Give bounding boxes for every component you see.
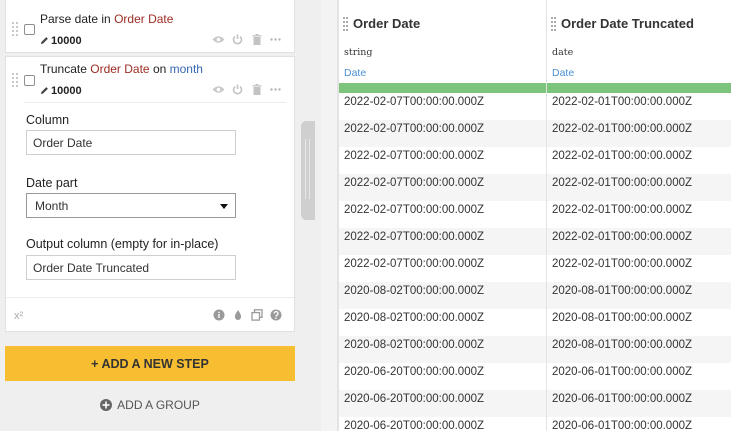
table-cell: 2022-02-07T00:00:00.000Z [344, 150, 485, 162]
table-cell: 2020-06-01T00:00:00.000Z [552, 393, 693, 405]
column-label: Column [26, 113, 70, 127]
output-column-input[interactable]: Order Date Truncated [26, 255, 236, 280]
power-icon[interactable] [231, 83, 244, 96]
table-cell: 2022-02-01T00:00:00.000Z [552, 258, 693, 270]
table-cell: 2022-02-07T00:00:00.000Z [344, 204, 485, 216]
step-name: Parse date [40, 12, 99, 26]
column-drag-icon[interactable] [343, 17, 348, 31]
column-type: date [552, 47, 574, 58]
date-part-select[interactable]: Month [26, 193, 236, 218]
formula-icon[interactable]: x² [14, 310, 23, 322]
column-order-date-truncated[interactable]: Order Date Truncated date Date 2022-02-0… [546, 0, 731, 431]
output-column-label: Output column (empty for in-place) [26, 237, 219, 251]
column-input[interactable]: Order Date [26, 130, 236, 155]
help-icon[interactable] [270, 309, 282, 321]
data-table: Order Date string Date 2022-02-07T00:00:… [321, 0, 731, 431]
drag-handle-icon[interactable] [12, 73, 18, 87]
copy-icon[interactable] [251, 309, 263, 321]
more-icon[interactable] [269, 33, 282, 46]
table-cell: 2022-02-01T00:00:00.000Z [552, 204, 693, 216]
panel-resize-handle[interactable] [301, 121, 315, 220]
column-header[interactable]: Order Date [353, 16, 420, 31]
date-part-label: Date part [26, 176, 78, 190]
table-cell: 2020-06-20T00:00:00.000Z [344, 393, 485, 405]
table-cell: 2022-02-07T00:00:00.000Z [344, 231, 485, 243]
table-cell: 2022-02-01T00:00:00.000Z [552, 231, 693, 243]
row-count: 10000 [40, 85, 82, 97]
eye-icon[interactable] [212, 33, 225, 46]
column-ref: Order Date [90, 62, 150, 76]
table-cell: 2020-06-20T00:00:00.000Z [344, 366, 485, 378]
plus-circle-icon [100, 399, 113, 411]
step-checkbox[interactable] [24, 75, 35, 86]
table-cell: 2020-06-01T00:00:00.000Z [552, 366, 693, 378]
step-truncate-date[interactable]: Truncate Order Date on month 10000 Colum… [5, 56, 295, 332]
quality-bar [547, 83, 731, 93]
step-connector: in [98, 12, 115, 26]
table-cell: 2020-08-02T00:00:00.000Z [344, 285, 485, 297]
table-cell: 2022-02-07T00:00:00.000Z [344, 258, 485, 270]
divider [6, 297, 294, 298]
table-cell: 2020-08-02T00:00:00.000Z [344, 312, 485, 324]
parameter-ref: month [169, 62, 203, 76]
step-footer-actions [213, 309, 282, 321]
power-icon[interactable] [231, 33, 244, 46]
date-part-value: Month [35, 199, 69, 213]
chevron-down-icon [220, 204, 228, 209]
table-cell: 2020-08-01T00:00:00.000Z [552, 285, 693, 297]
trash-icon[interactable] [250, 83, 263, 96]
row-count: 10000 [40, 35, 82, 47]
trash-icon[interactable] [250, 33, 263, 46]
table-cell: 2020-06-20T00:00:00.000Z [344, 420, 485, 431]
column-semantic-type[interactable]: Date [344, 67, 366, 79]
add-step-button[interactable]: + ADD A NEW STEP [5, 346, 295, 381]
table-cell: 2022-02-01T00:00:00.000Z [552, 96, 693, 108]
row-count-value: 10000 [51, 35, 82, 47]
column-type: string [344, 47, 373, 58]
step-connector: on [149, 62, 170, 76]
column-ref: Order Date [114, 12, 174, 26]
divider [24, 102, 286, 103]
column-drag-icon[interactable] [551, 17, 556, 31]
drag-handle-icon[interactable] [12, 22, 18, 36]
table-cell: 2022-02-07T00:00:00.000Z [344, 96, 485, 108]
step-actions [212, 83, 282, 96]
step-parse-date[interactable]: Parse date in Order Date 10000 [5, 0, 295, 53]
add-group-button[interactable]: ADD A GROUP [5, 396, 295, 414]
row-index-gutter [321, 0, 338, 431]
quality-bar [339, 83, 546, 93]
row-count-value: 10000 [51, 85, 82, 97]
column-header[interactable]: Order Date Truncated [561, 16, 694, 31]
table-cell: 2020-06-01T00:00:00.000Z [552, 420, 693, 431]
table-cell: 2020-08-01T00:00:00.000Z [552, 339, 693, 351]
eye-icon[interactable] [212, 83, 225, 96]
table-cell: 2022-02-01T00:00:00.000Z [552, 177, 693, 189]
step-checkbox[interactable] [24, 24, 35, 35]
step-name: Truncate [40, 62, 91, 76]
drop-icon[interactable] [232, 309, 244, 321]
step-title: Truncate Order Date on month [40, 62, 203, 76]
table-cell: 2022-02-07T00:00:00.000Z [344, 177, 485, 189]
table-cell: 2022-02-07T00:00:00.000Z [344, 123, 485, 135]
table-cell: 2022-02-01T00:00:00.000Z [552, 150, 693, 162]
add-group-label: ADD A GROUP [117, 398, 200, 412]
step-actions [212, 33, 282, 46]
pipeline-panel: Parse date in Order Date 10000 Truncate … [0, 0, 301, 431]
info-icon[interactable] [213, 309, 225, 321]
table-cell: 2022-02-01T00:00:00.000Z [552, 123, 693, 135]
table-cell: 2020-08-01T00:00:00.000Z [552, 312, 693, 324]
column-order-date[interactable]: Order Date string Date 2022-02-07T00:00:… [338, 0, 546, 431]
column-semantic-type[interactable]: Date [552, 67, 574, 79]
more-icon[interactable] [269, 83, 282, 96]
table-cell: 2020-08-02T00:00:00.000Z [344, 339, 485, 351]
pencil-icon [40, 87, 48, 95]
pencil-icon [40, 37, 48, 45]
step-title: Parse date in Order Date [40, 12, 173, 26]
